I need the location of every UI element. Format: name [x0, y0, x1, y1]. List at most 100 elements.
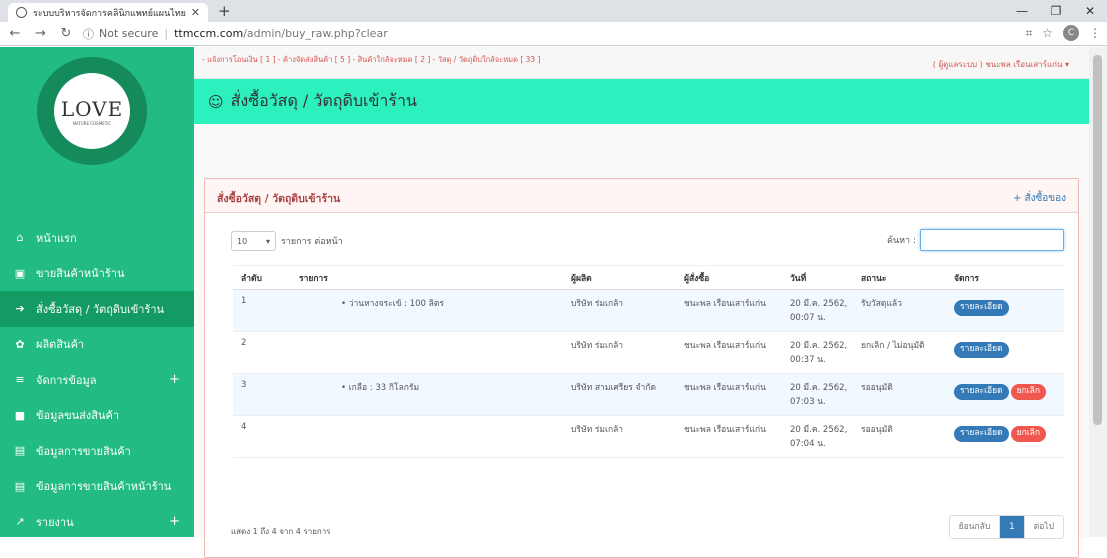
url-field[interactable]: ⓘ Not secure | ttmccm.com /admin/buy_raw… — [83, 26, 388, 42]
sidebar-item-produce[interactable]: ✿ ผลิตสินค้า — [0, 327, 194, 363]
url-path: /admin/buy_raw.php?clear — [243, 27, 388, 40]
scrollbar-thumb[interactable] — [1093, 55, 1102, 425]
sidebar-item-shipping[interactable]: ■ ข้อมูลขนส่งสินค้า — [0, 398, 194, 434]
cancel-button[interactable]: ยกเลิก — [1010, 426, 1046, 442]
cell-no: 2 — [233, 331, 291, 374]
cell-actions: รายละเอียด — [946, 331, 1064, 374]
orders-table: ลำดับ รายการ ผู้ผลิต ผู้สั่งซื้อ วันที่ … — [233, 265, 1064, 458]
sidebar-item-label: ข้อมูลการขายสินค้าหน้าร้าน — [36, 480, 172, 494]
detail-button[interactable]: รายละเอียด — [954, 384, 1009, 400]
not-secure-label: Not secure — [99, 27, 159, 40]
cell-no: 3 — [233, 373, 291, 416]
sidebar: LOVE NATURE COSMETIC ⌂ หน้าแรก ▣ ขายสินค้า… — [0, 47, 194, 537]
sidebar-item-reports[interactable]: ↗ รายงาน + — [0, 504, 194, 540]
cell-maker: บริษัท ร่มเกล้า — [563, 331, 676, 374]
add-order-button[interactable]: + สั่งซื้อของ — [1013, 191, 1066, 206]
time-text: 00:37 น. — [790, 355, 826, 365]
search-label: ค้นหา : — [886, 236, 916, 246]
sidebar-item-label: ข้อมูลการขายสินค้า — [36, 444, 131, 458]
cell-date: 20 มี.ค. 2562, 07:03 น. — [782, 373, 853, 416]
expand-icon[interactable]: + — [169, 514, 180, 529]
logo-sub: NATURE COSMETIC — [72, 120, 112, 126]
info-icon[interactable]: ⓘ — [83, 26, 94, 42]
close-window-button[interactable]: ✕ — [1073, 0, 1107, 22]
column-header[interactable]: รายการ — [291, 265, 563, 290]
page-length-label: รายการ ต่อหน้า — [281, 237, 343, 247]
minimize-button[interactable]: — — [1005, 0, 1039, 22]
cell-status: รออนุมัติ — [853, 415, 946, 458]
column-header[interactable]: จัดการ — [946, 265, 1064, 290]
maximize-button[interactable]: ❐ — [1039, 0, 1073, 22]
cell-maker: บริษัท ร่มเกล้า — [563, 415, 676, 458]
sidebar-item-label: ข้อมูลขนส่งสินค้า — [36, 409, 120, 423]
reload-icon[interactable]: ↻ — [55, 26, 77, 41]
column-header[interactable]: ผู้ผลิต — [563, 265, 676, 290]
chevron-down-icon: ▾ — [265, 236, 270, 246]
file-icon: ▤ — [14, 444, 26, 458]
home-icon: ⌂ — [16, 231, 24, 245]
cell-buyer: ชนะพล เรือนเสาร์แก่น — [676, 289, 782, 332]
sidebar-menu: ⌂ หน้าแรก ▣ ขายสินค้าหน้าร้าน ➔ สั่งซื้อวัส… — [0, 220, 194, 540]
profile-avatar[interactable]: C — [1063, 25, 1079, 41]
time-text: 00:07 น. — [790, 313, 826, 323]
cell-date: 20 มี.ค. 2562, 00:07 น. — [782, 289, 853, 332]
new-tab-button[interactable]: + — [218, 2, 231, 20]
cell-item: • ว่านหางจระเข้ : 100 ลิตร — [291, 289, 563, 332]
menu-dots-icon[interactable]: ⋮ — [1089, 26, 1101, 40]
expand-icon[interactable]: + — [169, 372, 180, 387]
chart-icon: ↗ — [15, 515, 25, 529]
detail-button[interactable]: รายละเอียด — [954, 426, 1009, 442]
time-text: 07:03 น. — [790, 397, 826, 407]
sidebar-item-home[interactable]: ⌂ หน้าแรก — [0, 220, 194, 256]
sidebar-item-pos[interactable]: ▣ ขายสินค้าหน้าร้าน — [0, 256, 194, 292]
column-header[interactable]: วันที่ — [782, 265, 853, 290]
detail-button[interactable]: รายละเอียด — [954, 342, 1009, 358]
sidebar-item-label: สั่งซื้อวัสดุ / วัตถุดิบเข้าร้าน — [36, 302, 165, 316]
brand-logo[interactable]: LOVE NATURE COSMETIC — [37, 57, 147, 165]
panel-title: สั่งซื้อวัสดุ / วัตถุดิบเข้าร้าน — [217, 193, 341, 205]
column-header[interactable]: ผู้สั่งซื้อ — [676, 265, 782, 290]
browser-tab[interactable]: ระบบบริหารจัดการคลินิกแพทย์แผนไทย ✕ — [8, 3, 208, 22]
panel-heading: สั่งซื้อวัสดุ / วัตถุดิบเข้าร้าน + สั่งซ… — [205, 179, 1078, 213]
cell-buyer: ชนะพล เรือนเสาร์แก่น — [676, 331, 782, 374]
forward-icon[interactable]: → — [30, 26, 52, 41]
date-text: 20 มี.ค. 2562, — [790, 383, 848, 393]
sidebar-item-label: ขายสินค้าหน้าร้าน — [36, 267, 125, 281]
star-icon[interactable]: ☆ — [1042, 26, 1053, 40]
column-header[interactable]: สถานะ — [853, 265, 946, 290]
translate-icon[interactable]: ⌗ — [1025, 26, 1032, 41]
column-header[interactable]: ลำดับ — [233, 265, 291, 290]
page-length: 10 ▾ รายการ ต่อหน้า — [231, 231, 343, 251]
sidebar-item-manage-data[interactable]: ≡ จัดการข้อมูล + — [0, 362, 194, 398]
user-menu[interactable]: ( ผู้ดูแลระบบ ) ชนะพล เรือนเสาร์แก่น ▾ — [933, 58, 1069, 71]
cell-item — [291, 415, 563, 458]
search-input[interactable] — [920, 229, 1064, 251]
date-text: 20 มี.ค. 2562, — [790, 425, 848, 435]
sidebar-item-label: รายงาน — [36, 515, 74, 529]
scrollbar[interactable] — [1089, 47, 1107, 537]
cell-actions: รายละเอียด ยกเลิก — [946, 373, 1064, 416]
table-row: 4 บริษัท ร่มเกล้า ชนะพล เรือนเสาร์แก่น 2… — [233, 415, 1064, 458]
date-text: 20 มี.ค. 2562, — [790, 341, 848, 351]
sidebar-item-store-sales[interactable]: ▤ ข้อมูลการขายสินค้าหน้าร้าน — [0, 469, 194, 505]
cancel-button[interactable]: ยกเลิก — [1010, 384, 1046, 400]
sidebar-item-buy-raw[interactable]: ➔ สั่งซื้อวัสดุ / วัตถุดิบเข้าร้าน — [0, 291, 194, 327]
detail-button[interactable]: รายละเอียด — [954, 300, 1009, 316]
file-icon: ▤ — [14, 479, 26, 493]
alert-links[interactable]: - แจ้งการโอนเงิน [ 1 ] - ค้างจัดส่งสินค้… — [202, 54, 541, 66]
cell-no: 1 — [233, 289, 291, 332]
prev-page-button[interactable]: ย้อนกลับ — [950, 516, 1001, 538]
table-row: 1 • ว่านหางจระเข้ : 100 ลิตร บริษัท ร่มเ… — [233, 289, 1064, 332]
close-tab-icon[interactable]: ✕ — [191, 6, 200, 19]
table-info: แสดง 1 ถึง 4 จาก 4 รายการ — [231, 527, 331, 536]
cell-buyer: ชนะพล เรือนเสาร์แก่น — [676, 373, 782, 416]
cell-actions: รายละเอียด — [946, 289, 1064, 332]
page-button[interactable]: 1 — [1000, 516, 1025, 538]
back-icon[interactable]: ← — [4, 26, 26, 41]
next-page-button[interactable]: ต่อไป — [1025, 516, 1063, 538]
page-length-select[interactable]: 10 ▾ — [231, 231, 276, 251]
cell-status: รับวัสดุแล้ว — [853, 289, 946, 332]
gear-icon: ✿ — [15, 337, 25, 351]
cell-maker: บริษัท สามเศรียร จำกัด — [563, 373, 676, 416]
sidebar-item-sales[interactable]: ▤ ข้อมูลการขายสินค้า — [0, 433, 194, 469]
